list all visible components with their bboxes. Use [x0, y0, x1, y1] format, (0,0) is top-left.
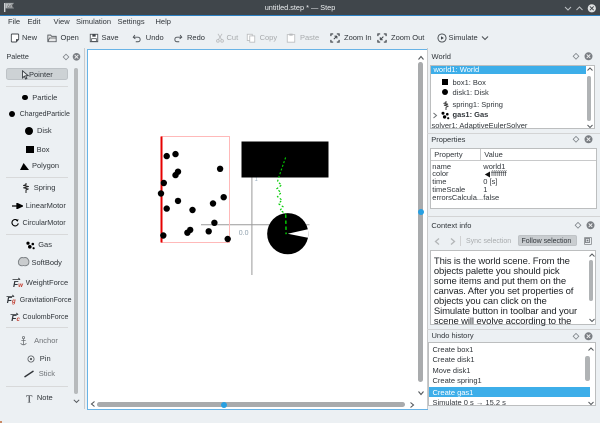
svg-text:1: 1: [254, 177, 258, 183]
svg-text:0.0: 0.0: [238, 230, 248, 237]
svg-text:T: T: [26, 395, 33, 405]
